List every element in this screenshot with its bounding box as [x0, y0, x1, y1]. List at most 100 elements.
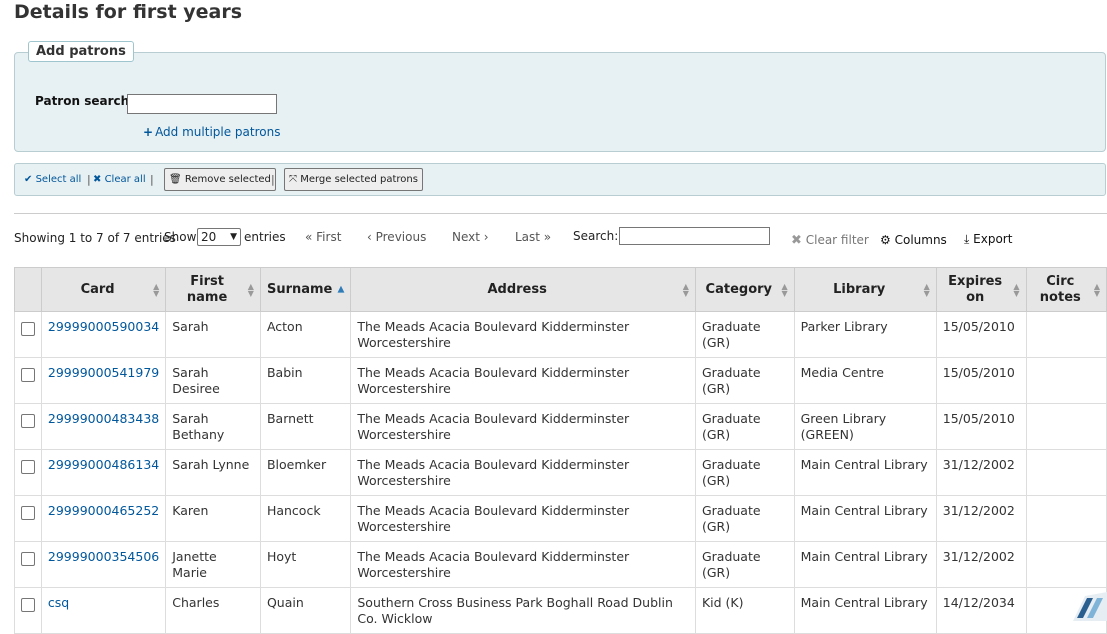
column-label: First name — [186, 273, 228, 305]
table-body: 29999000590034 Sarah Acton The Meads Aca… — [14, 311, 1107, 634]
table-row: 29999000541979 Sarah Desiree Babin The M… — [14, 357, 1107, 404]
card-number-link[interactable]: 29999000465252 — [40, 495, 167, 542]
export-button[interactable]: ⤓ Export — [964, 232, 1012, 247]
row-checkbox[interactable] — [20, 460, 35, 474]
select-all-link[interactable]: ✔ Select all — [24, 174, 81, 185]
circ-notes-cell — [1025, 449, 1107, 496]
sort-icon: ▲ ▼ — [682, 281, 689, 298]
column-header-circ-notes[interactable]: Circ notes ▲ ▼ — [1025, 267, 1107, 312]
row-checkbox[interactable] — [20, 552, 35, 566]
remove-selected-button[interactable]: 🗑 Remove selected — [164, 168, 276, 191]
expires-cell: 31/12/2002 — [935, 541, 1027, 588]
address-cell: Southern Cross Business Park Boghall Roa… — [350, 587, 696, 634]
address-cell: The Meads Acacia Boulevard Kidderminster… — [350, 357, 696, 404]
toolbar-separator: | — [87, 173, 91, 186]
expires-cell: 15/05/2010 — [935, 311, 1027, 358]
column-header-first-name[interactable]: First name ▲ ▼ — [165, 267, 261, 312]
address-cell: The Meads Acacia Boulevard Kidderminster… — [350, 403, 696, 450]
sort-icon: ▲ ▼ — [781, 281, 788, 298]
check-icon: ✔ — [24, 174, 33, 185]
card-number-link[interactable]: csq — [40, 587, 167, 634]
row-select-cell — [14, 449, 42, 496]
first-name-cell: Sarah Lynne — [165, 449, 261, 496]
clear-filter-label: Clear filter — [805, 233, 869, 247]
next-page-button[interactable]: Next › — [452, 230, 489, 244]
surname-cell: Bloemker — [259, 449, 352, 496]
card-number-link[interactable]: 29999000541979 — [40, 357, 167, 404]
column-header-library[interactable]: Library ▲ ▼ — [793, 267, 937, 312]
gear-icon: ⚙ — [880, 233, 891, 247]
category-cell: Graduate (GR) — [694, 403, 795, 450]
first-name-cell: Sarah Desiree — [165, 357, 261, 404]
library-cell: Green Library (GREEN) — [793, 403, 937, 450]
card-number-link[interactable]: 29999000590034 — [40, 311, 167, 358]
address-cell: The Meads Acacia Boulevard Kidderminster… — [350, 541, 696, 588]
column-label: Surname — [266, 281, 333, 297]
x-icon: ✖ — [791, 233, 802, 248]
circ-notes-cell — [1025, 403, 1107, 450]
category-cell: Kid (K) — [694, 587, 795, 634]
columns-button[interactable]: ⚙ Columns — [880, 233, 947, 247]
first-name-cell: Janette Marie — [165, 541, 261, 588]
add-multiple-label: Add multiple patrons — [155, 125, 281, 139]
expires-cell: 15/05/2010 — [935, 357, 1027, 404]
card-number-link[interactable]: 29999000486134 — [40, 449, 167, 496]
column-header-surname[interactable]: Surname ▲ — [259, 267, 352, 312]
table-row: csq Charles Quain Southern Cross Busines… — [14, 587, 1107, 634]
circ-notes-cell — [1025, 541, 1107, 588]
previous-page-button[interactable]: ‹ Previous — [367, 230, 426, 244]
column-label: Expires on — [948, 273, 1003, 305]
row-checkbox[interactable] — [20, 598, 35, 612]
surname-cell: Acton — [259, 311, 352, 358]
select-all-label: Select all — [35, 174, 82, 185]
toolbar-separator: | — [271, 173, 275, 186]
add-multiple-patrons-link[interactable]: + Add multiple patrons — [143, 125, 280, 139]
sort-icon: ▲ ▼ — [923, 281, 930, 298]
export-label: Export — [973, 232, 1013, 246]
row-checkbox[interactable] — [20, 414, 35, 428]
surname-cell: Quain — [259, 587, 352, 634]
merge-selected-button[interactable]: ⤧ Merge selected patrons — [284, 168, 423, 191]
sort-icon: ▲ ▼ — [1093, 281, 1100, 298]
row-checkbox[interactable] — [20, 506, 35, 520]
column-header-expires-on[interactable]: Expires on ▲ ▼ — [935, 267, 1027, 312]
surname-cell: Hoyt — [259, 541, 352, 588]
entries-label: entries — [244, 230, 286, 244]
column-header-card[interactable]: Card ▲ ▼ — [40, 267, 167, 312]
column-label: Address — [487, 281, 547, 297]
card-number-link[interactable]: 29999000483438 — [40, 403, 167, 450]
table-row: 29999000354506 Janette Marie Hoyt The Me… — [14, 541, 1107, 588]
clear-all-link[interactable]: ✖ Clear all — [93, 174, 146, 185]
page-size-select[interactable]: 20 ▼ — [197, 228, 241, 246]
last-page-button[interactable]: Last » — [515, 230, 551, 244]
row-select-cell — [14, 357, 42, 404]
expires-cell: 14/12/2034 — [935, 587, 1027, 634]
circ-notes-cell — [1025, 357, 1107, 404]
page-title: Details for first years — [14, 1, 243, 23]
row-select-cell — [14, 587, 42, 634]
column-header-address[interactable]: Address ▲ ▼ — [350, 267, 696, 312]
merge-selected-label: Merge selected patrons — [300, 174, 418, 185]
first-name-cell: Sarah — [165, 311, 261, 358]
address-cell: The Meads Acacia Boulevard Kidderminster… — [350, 311, 696, 358]
table-row: 29999000486134 Sarah Lynne Bloemker The … — [14, 449, 1107, 496]
surname-cell: Barnett — [259, 403, 352, 450]
card-number-link[interactable]: 29999000354506 — [40, 541, 167, 588]
table-row: 29999000590034 Sarah Acton The Meads Aca… — [14, 311, 1107, 358]
clear-filter-button[interactable]: ✖ Clear filter — [791, 233, 869, 248]
patron-search-input[interactable] — [127, 94, 277, 114]
category-cell: Graduate (GR) — [694, 311, 795, 358]
library-cell: Main Central Library — [793, 449, 937, 496]
column-label: Card — [80, 281, 115, 297]
first-page-button[interactable]: « First — [305, 230, 341, 244]
column-label: Library — [833, 281, 886, 297]
column-header-category[interactable]: Category ▲ ▼ — [694, 267, 795, 312]
table-search-input[interactable] — [619, 227, 770, 245]
show-label: Show — [164, 230, 197, 244]
table-header-row: Card ▲ ▼ First name ▲ ▼ Surname ▲ Address ▲ ▼ C… — [14, 267, 1107, 312]
row-checkbox[interactable] — [20, 368, 35, 382]
patron-table: Card ▲ ▼ First name ▲ ▼ Surname ▲ Address ▲ ▼ C… — [14, 267, 1107, 634]
row-select-cell — [14, 403, 42, 450]
row-checkbox[interactable] — [20, 322, 35, 336]
category-cell: Graduate (GR) — [694, 541, 795, 588]
